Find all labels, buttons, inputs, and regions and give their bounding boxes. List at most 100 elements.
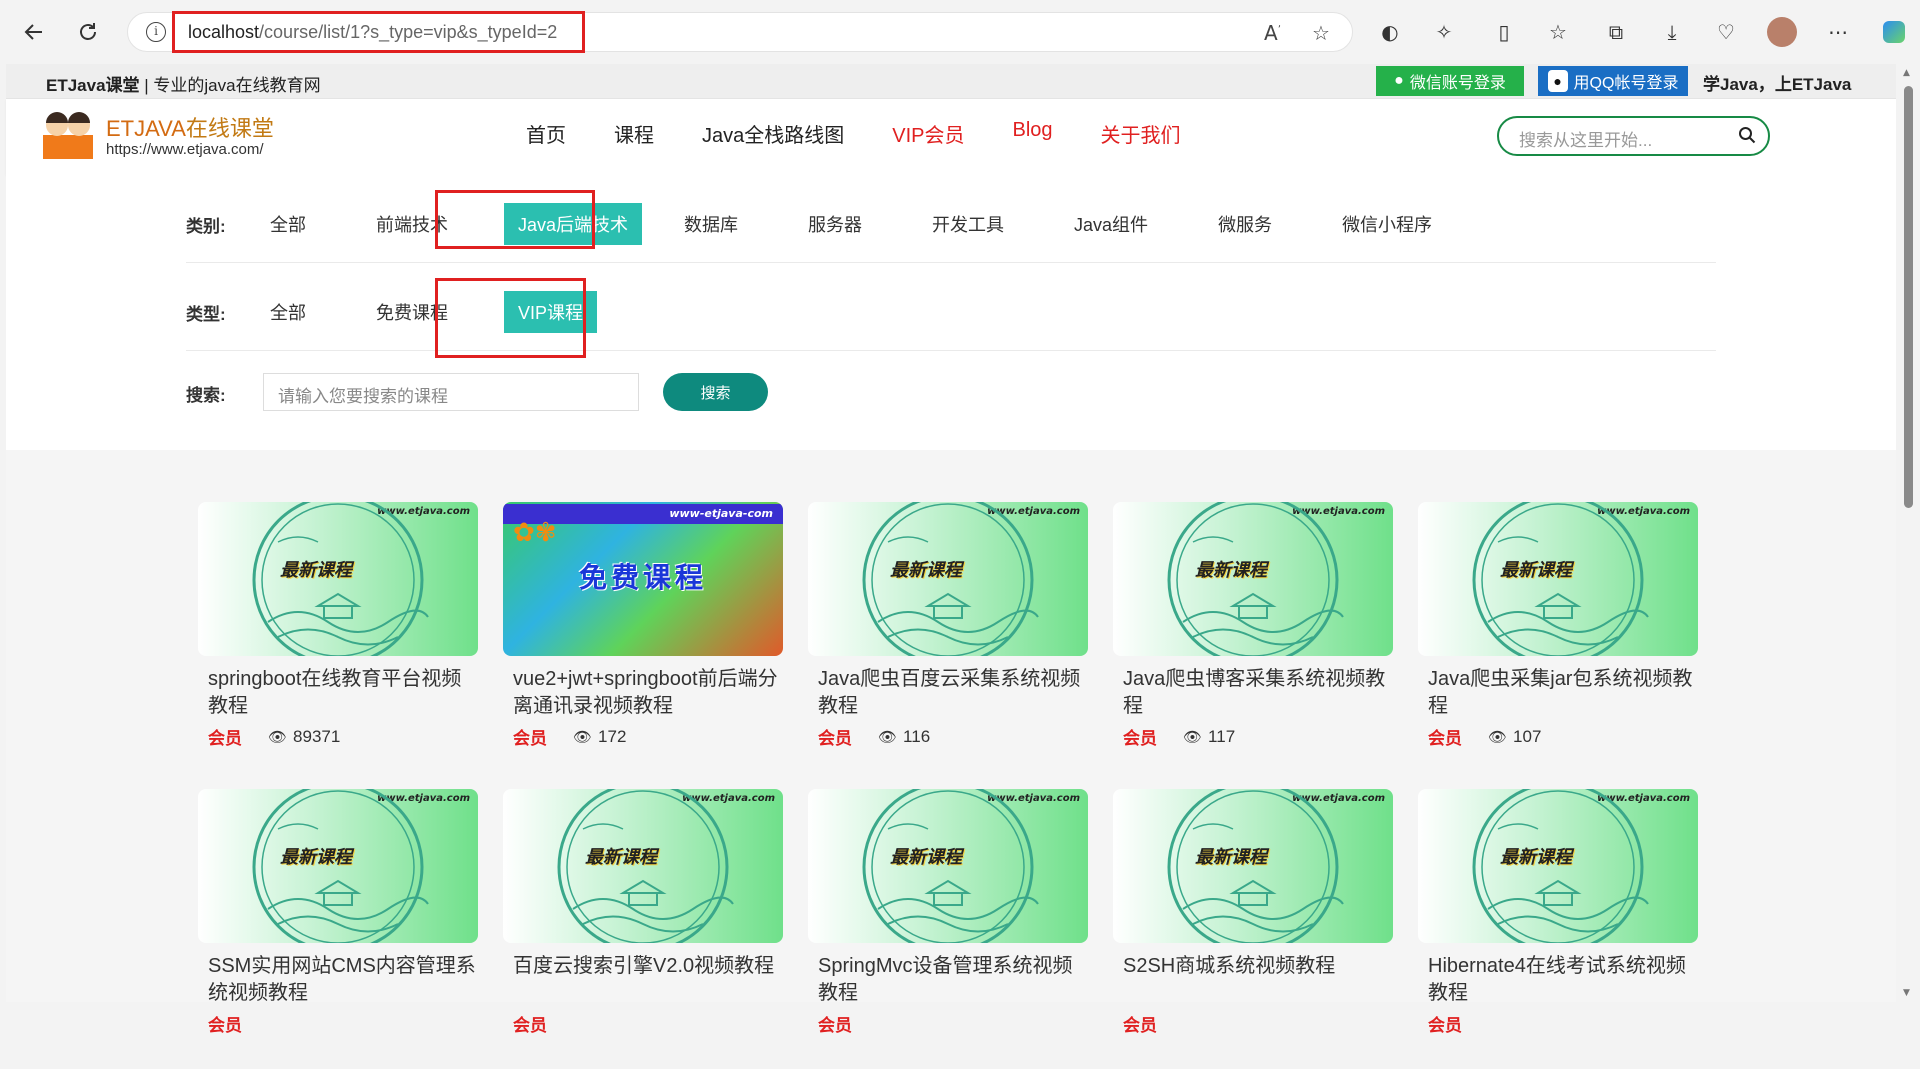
eye-icon: 👁	[573, 728, 593, 746]
course-title[interactable]: Java爬虫采集jar包系统视频教程	[1428, 666, 1698, 720]
course-thumbnail[interactable]: www.etjava.com 最新课程	[198, 502, 478, 656]
type-all[interactable]: 全部	[256, 291, 320, 333]
menu-about[interactable]: 关于我们	[1101, 119, 1181, 148]
course-title[interactable]: vue2+jwt+springboot前后端分离通讯录视频教程	[513, 666, 783, 720]
category-java-backend[interactable]: Java后端技术	[504, 203, 643, 245]
member-badge: 会员	[1428, 729, 1462, 748]
course-meta: 会员 👁 89371	[208, 724, 340, 749]
course-title[interactable]: S2SH商城系统视频教程	[1123, 953, 1393, 980]
category-java-components[interactable]: Java组件	[1060, 203, 1162, 245]
course-card[interactable]: www-etjava-com ✿✾ 免费课程 vue2+jwt+springboot前…	[503, 502, 783, 782]
course-thumbnail[interactable]: www.etjava.com 最新课程	[1113, 789, 1393, 943]
course-meta: 会员	[1428, 1011, 1488, 1036]
course-card[interactable]: www.etjava.com 最新课程百度云搜索引擎V2.0视频教程会员	[503, 789, 783, 1069]
profile-avatar[interactable]	[1764, 14, 1800, 50]
menu-roadmap[interactable]: Java全栈路线图	[702, 119, 844, 148]
more-menu-icon[interactable]: ⋯	[1820, 14, 1856, 50]
course-title[interactable]: SpringMvc设备管理系统视频教程	[818, 953, 1088, 1007]
view-count: 116	[903, 726, 931, 746]
qq-icon: ●	[1547, 70, 1568, 92]
course-title[interactable]: Java爬虫百度云采集系统视频教程	[818, 666, 1088, 720]
course-title[interactable]: Hibernate4在线考试系统视频教程	[1428, 953, 1698, 1007]
downloads-icon[interactable]: ⤓	[1654, 14, 1690, 50]
address-bar[interactable]: i localhost/course/list/1?s_type=vip&s_t…	[127, 12, 1353, 52]
scroll-up-icon[interactable]: ▲	[1903, 68, 1910, 78]
course-thumbnail[interactable]: www.etjava.com 最新课程	[808, 502, 1088, 656]
course-thumbnail[interactable]: www.etjava.com 最新课程	[1113, 502, 1393, 656]
category-all[interactable]: 全部	[256, 203, 320, 245]
course-card[interactable]: www.etjava.com 最新课程 S2SH商城系统视频教程 会员	[1113, 789, 1393, 1069]
view-count: 117	[1208, 726, 1236, 746]
course-thumbnail[interactable]: www.etjava.com 最新课程	[1418, 502, 1698, 656]
thumb-newest-label: 最新课程	[280, 847, 352, 868]
course-thumbnail[interactable]: www.etjava.com 最新课程	[198, 789, 478, 943]
member-badge: 会员	[208, 729, 242, 748]
split-screen-icon[interactable]: ▯	[1486, 14, 1522, 50]
category-frontend[interactable]: 前端技术	[362, 203, 462, 245]
category-microservices[interactable]: 微服务	[1204, 203, 1286, 245]
category-server[interactable]: 服务器	[794, 203, 876, 245]
menu-home[interactable]: 首页	[526, 119, 566, 148]
course-title[interactable]: SSM实用网站CMS内容管理系统视频教程	[208, 953, 478, 1007]
scrollbar-thumb[interactable]	[1904, 86, 1913, 508]
qq-login-button[interactable]: ● 用QQ帐号登录	[1538, 66, 1688, 96]
site-search-input[interactable]: 搜索从这里开始...	[1497, 116, 1770, 156]
puzzle-extensions-icon[interactable]: ✧	[1426, 14, 1462, 50]
scroll-down-icon[interactable]: ▼	[1903, 988, 1910, 998]
favorites-icon[interactable]: ☆	[1540, 14, 1576, 50]
category-dev-tools[interactable]: 开发工具	[918, 203, 1018, 245]
browser-essentials-icon[interactable]: ♡	[1708, 14, 1744, 50]
read-aloud-icon[interactable]: Aʼ	[1264, 21, 1281, 45]
course-title[interactable]: 百度云搜索引擎V2.0视频教程	[513, 953, 783, 980]
web-page: ETJava课堂 | 专业的java在线教育网 ● 微信账号登录 ● 用QQ帐号登录…	[6, 64, 1896, 1035]
category-database[interactable]: 数据库	[670, 203, 752, 245]
course-card[interactable]: www.etjava.com 最新课程 Java爬虫百度云采集系统视频教程 会员 👁 11…	[808, 502, 1088, 782]
member-badge: 会员	[513, 1016, 547, 1035]
course-search-input[interactable]: 请输入您要搜索的课程	[263, 373, 639, 411]
course-search-button[interactable]: 搜索	[663, 373, 768, 411]
back-icon[interactable]	[16, 14, 52, 50]
course-card[interactable]: www.etjava.com 最新课程 Java爬虫博客采集系统视频教程 会员 👁 117	[1113, 502, 1393, 782]
thumb-newest-label: 最新课程	[890, 847, 962, 868]
wechat-icon: ●	[1394, 72, 1404, 89]
eye-icon: 👁	[1183, 728, 1203, 746]
menu-blog[interactable]: Blog	[1013, 119, 1053, 148]
collections-icon[interactable]: ⧉	[1598, 14, 1634, 50]
browser-toolbar: i localhost/course/list/1?s_type=vip&s_t…	[0, 0, 1920, 64]
member-badge: 会员	[818, 1016, 852, 1035]
extension-icon[interactable]: ◐	[1372, 14, 1408, 50]
course-meta: 会员 👁 117	[1123, 724, 1235, 749]
course-card[interactable]: www.etjava.com 最新课程 Hibernate4在线考试系统视频教程会员	[1418, 789, 1698, 1069]
course-card[interactable]: www.etjava.com 最新课程 SpringMvc设备管理系统视频教程会员	[808, 789, 1088, 1069]
site-info-icon[interactable]: i	[146, 22, 166, 42]
category-label: 类别:	[186, 216, 226, 236]
site-logo[interactable]: ETJAVA在线课堂 https://www.etjava.com/	[39, 105, 299, 165]
search-icon[interactable]	[1738, 126, 1756, 148]
course-card[interactable]: www.etjava.com 最新课程 Java爬虫采集jar包系统视频教程 会员 👁 1…	[1418, 502, 1698, 782]
category-wechat-miniprogram[interactable]: 微信小程序	[1328, 203, 1446, 245]
menu-vip[interactable]: VIP会员	[892, 119, 964, 148]
type-free[interactable]: 免费课程	[362, 291, 462, 333]
type-vip[interactable]: VIP课程	[504, 291, 598, 333]
course-title[interactable]: springboot在线教育平台视频教程	[208, 666, 478, 720]
thumb-newest-label: 最新课程	[280, 560, 352, 581]
course-thumbnail[interactable]: www.etjava.com 最新课程	[1418, 789, 1698, 943]
course-thumbnail[interactable]: www.etjava.com 最新课程	[503, 789, 783, 943]
course-card[interactable]: www.etjava.com 最新课程 SSM实用网站CMS内容管理系统视频教程会员	[198, 789, 478, 1069]
course-card[interactable]: www.etjava.com 最新课程 springboot在线教育平台视频教程会员…	[198, 502, 478, 782]
category-filter-row: 类别: 全部 前端技术 Java后端技术 数据库 服务器 开发工具 Java组件…	[186, 203, 1488, 245]
course-title[interactable]: Java爬虫博客采集系统视频教程	[1123, 666, 1393, 720]
copilot-icon[interactable]	[1876, 14, 1912, 50]
main-menu: 首页 课程 Java全栈路线图 VIP会员 Blog 关于我们	[526, 119, 1229, 148]
course-thumbnail[interactable]: www.etjava.com 最新课程	[808, 789, 1088, 943]
course-meta: 会员	[208, 1011, 268, 1036]
menu-courses[interactable]: 课程	[614, 119, 654, 148]
member-badge: 会员	[1428, 1016, 1462, 1035]
page-scrollbar[interactable]: ▲ ▼	[1896, 64, 1920, 1002]
wechat-login-button[interactable]: ● 微信账号登录	[1376, 66, 1524, 96]
address-url[interactable]: localhost/course/list/1?s_type=vip&s_typ…	[188, 22, 557, 43]
course-thumbnail[interactable]: www-etjava-com ✿✾ 免费课程	[503, 502, 783, 656]
favorite-star-icon[interactable]: ☆	[1312, 21, 1330, 45]
refresh-icon[interactable]	[70, 14, 106, 50]
search-filter-row: 搜索:	[186, 381, 256, 406]
